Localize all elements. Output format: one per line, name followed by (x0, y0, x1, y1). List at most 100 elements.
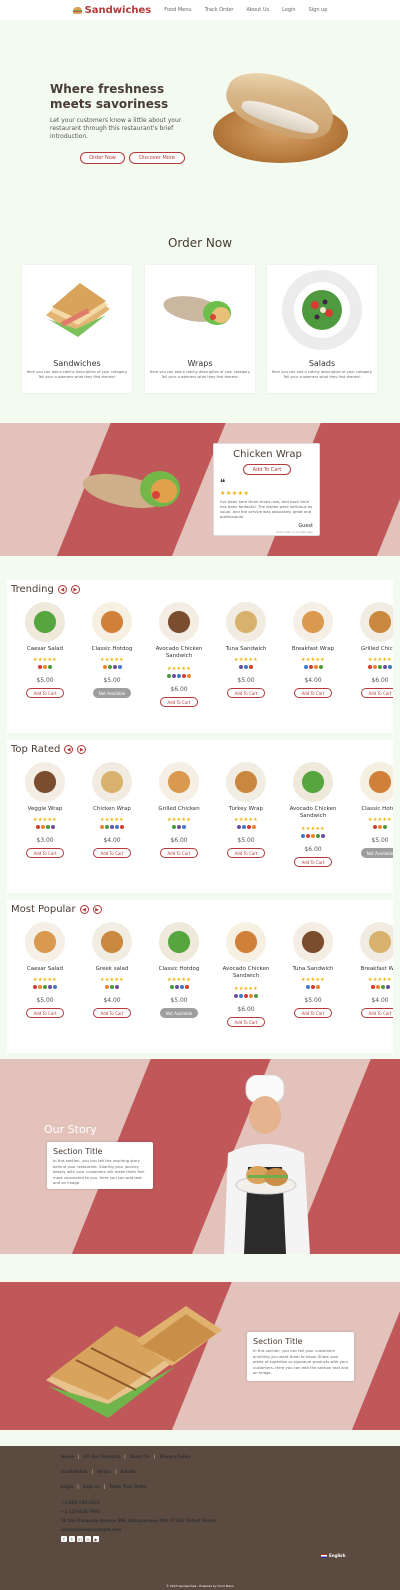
footer-link-sandwiches[interactable]: Sandwiches (61, 1469, 88, 1474)
nav-sign-up[interactable]: Sign up (309, 7, 328, 13)
product-name: Chicken Wrap (93, 806, 131, 812)
add-to-cart-button[interactable]: Add To Cart (361, 1008, 393, 1018)
product-card[interactable]: Turkey Wrap ★★★★★ $5.00 Add To Cart (215, 760, 277, 885)
product-card[interactable]: Avocado Chicken Sandwich ★★★★★ $6.00 Add To… (215, 920, 277, 1045)
product-image (159, 762, 199, 802)
footer-link-track-order[interactable]: Track Your Order (109, 1484, 147, 1489)
product-allergen-icons (148, 985, 210, 990)
twitter-icon[interactable]: t (69, 1536, 75, 1542)
product-price: $6.00 (304, 846, 322, 853)
footer-link-wraps[interactable]: Wraps (97, 1469, 111, 1474)
product-allergen-icons (14, 825, 76, 830)
scroll-left-icon[interactable]: ◀ (57, 585, 67, 594)
footer-phone-2[interactable]: +1-123-456-7890 (61, 1509, 100, 1514)
our-story-heading: Our Story (44, 1123, 97, 1136)
product-card[interactable]: Classic Hotdo ★★★★★ $5.00 Not Available (349, 760, 393, 885)
nav-food-menu[interactable]: Food Menu (164, 7, 191, 13)
product-stars: ★★★★★ (100, 657, 124, 663)
brand-logo[interactable]: Sandwiches (72, 5, 151, 16)
product-card[interactable]: Caesar Salad ★★★★★ $5.00 Add To Cart (14, 920, 76, 1045)
linkedin-icon[interactable]: in (77, 1536, 83, 1542)
product-card[interactable]: Classic Hotdog ★★★★★ $5.00 Not Available (81, 600, 143, 725)
product-card[interactable]: Caesar Salad ★★★★★ $5.00 Add To Cart (14, 600, 76, 725)
section-header: Top Rated ◀ ▶ (11, 744, 87, 755)
add-to-cart-button[interactable]: Add To Cart (93, 848, 131, 858)
add-to-cart-button[interactable]: Add To Cart (26, 1008, 64, 1018)
product-image (159, 602, 199, 642)
product-card[interactable]: Avocado Chicken Sandwich ★★★★★ $6.00 Add To… (282, 760, 344, 885)
footer-separator: | (77, 1454, 80, 1459)
product-section-most-popular: Most Popular ◀ ▶ Caesar Salad ★★★★★ $5.00 Add … (7, 900, 393, 1053)
footer-link-salads[interactable]: Salads (121, 1469, 136, 1474)
add-to-cart-button[interactable]: Add To Cart (294, 857, 332, 867)
our-story-banner: Our Story Section Title In this section,… (0, 1059, 400, 1254)
facebook-icon[interactable]: f (61, 1536, 67, 1542)
footer-link-home[interactable]: Home (61, 1454, 74, 1459)
add-to-cart-button[interactable]: Add To Cart (294, 688, 332, 698)
footer-link-login[interactable]: Login (61, 1484, 73, 1489)
footer-link-about-us[interactable]: About Us (130, 1454, 151, 1459)
add-to-cart-button[interactable]: Add To Cart (227, 848, 265, 858)
nav-track-order[interactable]: Track Order (205, 7, 234, 13)
product-card[interactable]: Veggie Wrap ★★★★★ $3.00 Add To Cart (14, 760, 76, 885)
add-to-cart-button[interactable]: Add To Cart (227, 1017, 265, 1027)
nav-about-us[interactable]: About Us (246, 7, 269, 13)
flag-icon (321, 1553, 327, 1558)
add-to-cart-button[interactable]: Add To Cart (93, 1008, 131, 1018)
product-card[interactable]: Grilled Chicken ★★★★★ $6.00 Add To Cart (148, 760, 210, 885)
product-allergen-icons (14, 985, 76, 990)
product-image (360, 922, 393, 962)
add-to-cart-button[interactable]: Add To Cart (26, 848, 64, 858)
product-card[interactable]: Tuna Sandwich ★★★★★ $5.00 Add To Cart (215, 600, 277, 725)
product-price: $5.00 (237, 837, 255, 844)
product-card[interactable]: Grilled Chicke ★★★★★ $6.00 Add To Cart (349, 600, 393, 725)
product-card[interactable]: Avocado Chicken Sandwich ★★★★★ $6.00 Add To… (148, 600, 210, 725)
product-card[interactable]: Classic Hotdog ★★★★★ $5.00 Not Available (148, 920, 210, 1045)
add-to-cart-button[interactable]: Add To Cart (160, 848, 198, 858)
allergen-icon (105, 825, 109, 829)
category-card-wraps[interactable]: Wraps Here you can add a catchy descript… (145, 265, 255, 393)
allergen-icon (380, 985, 385, 989)
allergen-icon (385, 985, 390, 989)
product-allergen-icons (81, 985, 143, 990)
footer-link-all-products[interactable]: All Our Products (83, 1454, 120, 1459)
footer-link-privacy[interactable]: Privacy Policy (159, 1454, 190, 1459)
allergen-icon (167, 674, 171, 678)
category-card-sandwiches[interactable]: Sandwiches Here you can add a catchy des… (22, 265, 132, 393)
scroll-right-icon[interactable]: ▶ (92, 905, 102, 914)
product-stars: ★★★★★ (100, 977, 124, 983)
product-price: $4.00 (103, 997, 121, 1004)
footer-links-main: Home | All Our Products | About Us | Privac… (61, 1454, 191, 1459)
add-to-cart-button[interactable]: Add To Cart (294, 1008, 332, 1018)
allergen-icon (50, 825, 55, 829)
add-to-cart-button[interactable]: Add To Cart (160, 697, 198, 707)
category-card-salads[interactable]: Salads Here you can add a catchy descrip… (267, 265, 377, 393)
featured-add-to-cart-button[interactable]: Add To Cart (243, 464, 291, 475)
product-card[interactable]: Greek salad ★★★★★ $4.00 Add To Cart (81, 920, 143, 1045)
product-image (360, 602, 393, 642)
allergen-icon (378, 665, 382, 669)
footer-phone-1[interactable]: +1-800-765-4321 (61, 1500, 100, 1505)
order-now-button[interactable]: Order Now (80, 152, 125, 164)
language-selector[interactable]: English (321, 1553, 345, 1558)
product-card[interactable]: Breakfast Wra ★★★★★ $4.00 Add To Cart (349, 920, 393, 1045)
instagram-icon[interactable]: ◎ (85, 1536, 91, 1542)
add-to-cart-button[interactable]: Add To Cart (26, 688, 64, 698)
product-card[interactable]: Tuna Sandwich ★★★★★ $5.00 Add To Cart (282, 920, 344, 1045)
youtube-icon[interactable]: ▶ (93, 1536, 99, 1542)
discover-more-button[interactable]: Discover More (129, 152, 185, 164)
allergen-icon (246, 825, 251, 829)
nav-login[interactable]: Login (282, 7, 296, 13)
add-to-cart-button[interactable]: Add To Cart (227, 688, 265, 698)
scroll-right-icon[interactable]: ▶ (70, 585, 80, 594)
product-section-trending: Trending ◀ ▶ Caesar Salad ★★★★★ $5.00 Add To C… (7, 580, 393, 733)
chicken-wrap-image (82, 471, 180, 509)
scroll-left-icon[interactable]: ◀ (64, 745, 74, 754)
product-card[interactable]: Breakfast Wrap ★★★★★ $4.00 Add To Cart (282, 600, 344, 725)
footer-link-sign-up[interactable]: Sign up (83, 1484, 100, 1489)
scroll-right-icon[interactable]: ▶ (77, 745, 87, 754)
scroll-left-icon[interactable]: ◀ (79, 905, 89, 914)
product-card[interactable]: Chicken Wrap ★★★★★ $4.00 Add To Cart (81, 760, 143, 885)
footer-email[interactable]: sandwiches@example.com (61, 1527, 121, 1532)
add-to-cart-button[interactable]: Add To Cart (361, 688, 393, 698)
